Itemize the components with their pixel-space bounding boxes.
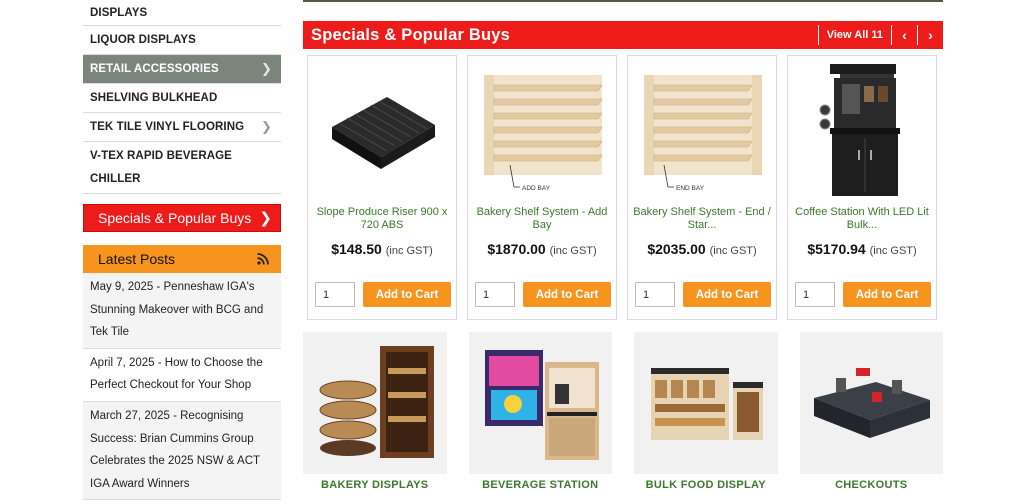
category-tile-bakery-displays[interactable]: BAKERY DISPLAYS xyxy=(303,332,447,491)
top-divider xyxy=(303,0,943,2)
category-tile-beverage-station[interactable]: BEVERAGE STATION xyxy=(468,332,612,491)
next-button[interactable]: › xyxy=(917,25,943,45)
product-price: $148.50 (inc GST) xyxy=(308,241,456,257)
chevron-right-icon: ❯ xyxy=(261,119,272,134)
product-image-caption: ADD BAY xyxy=(522,185,551,192)
product-image-caption: END BAY xyxy=(676,185,705,192)
category-image xyxy=(799,332,943,474)
chevron-left-icon: ‹ xyxy=(902,27,907,43)
product-card: ADD BAY Bakery Shelf System - Add Bay $1… xyxy=(467,55,617,320)
specials-banner: Specials & Popular Buys View All 11 ‹ › xyxy=(303,21,943,49)
quantity-input[interactable] xyxy=(635,282,675,307)
category-label: SHELVING BULKHEAD xyxy=(90,92,218,104)
category-tile-label: BEVERAGE STATION xyxy=(482,479,599,491)
product-card: Slope Produce Riser 900 x 720 ABS $148.5… xyxy=(307,55,457,320)
cart-row: Add to Cart xyxy=(635,282,771,307)
category-shelving-bulkhead[interactable]: SHELVING BULKHEAD xyxy=(83,84,281,113)
gst-note: (inc GST) xyxy=(549,245,597,257)
category-tile-label: CHECKOUTS xyxy=(835,479,908,491)
quantity-input[interactable] xyxy=(795,282,835,307)
category-retail-accessories[interactable]: RETAIL ACCESSORIES ❯ xyxy=(83,55,281,84)
view-all-link[interactable]: View All 11 xyxy=(817,25,891,45)
product-price: $5170.94 (inc GST) xyxy=(788,241,936,257)
product-card: Coffee Station With LED Lit Bulk... $517… xyxy=(787,55,937,320)
product-carousel: Slope Produce Riser 900 x 720 ABS $148.5… xyxy=(303,55,943,320)
product-name[interactable]: Slope Produce Riser 900 x 720 ABS xyxy=(308,206,456,233)
price-value: $2035.00 xyxy=(647,241,706,257)
latest-posts-title: Latest Posts xyxy=(98,251,176,267)
specials-title: Specials & Popular Buys xyxy=(311,25,510,44)
category-displays[interactable]: DISPLAYS xyxy=(83,0,281,26)
product-price: $1870.00 (inc GST) xyxy=(468,241,616,257)
product-image[interactable]: ADD BAY xyxy=(468,56,616,204)
latest-posts-header: Latest Posts xyxy=(83,245,281,273)
category-tek-tile-vinyl-flooring[interactable]: TEK TILE VINYL FLOORING ❯ xyxy=(83,113,281,142)
category-label: LIQUOR DISPLAYS xyxy=(90,34,196,46)
category-tile-label: BULK FOOD DISPLAY xyxy=(645,479,766,491)
category-image xyxy=(303,332,447,474)
product-image[interactable] xyxy=(788,56,936,204)
category-image xyxy=(634,332,778,474)
post-title: April 7, 2025 - How to Choose the Perfec… xyxy=(90,356,263,392)
category-tile-label: BAKERY DISPLAYS xyxy=(321,479,429,491)
specials-sidebar-label: Specials & Popular Buys xyxy=(98,210,252,226)
chevron-right-icon: › xyxy=(928,27,933,43)
sidebar: DISPLAYS LIQUOR DISPLAYS RETAIL ACCESSOR… xyxy=(83,0,281,501)
category-label: RETAIL ACCESSORIES xyxy=(90,63,219,75)
specials-sidebar-button[interactable]: Specials & Popular Buys ❯ xyxy=(83,204,281,232)
chevron-right-icon: ❯ xyxy=(259,210,272,227)
add-to-cart-button[interactable]: Add to Cart xyxy=(363,282,451,307)
add-to-cart-button[interactable]: Add to Cart xyxy=(843,282,931,307)
category-tile-checkouts[interactable]: CHECKOUTS xyxy=(799,332,943,491)
cart-row: Add to Cart xyxy=(795,282,931,307)
category-list: DISPLAYS LIQUOR DISPLAYS RETAIL ACCESSOR… xyxy=(83,0,281,194)
product-image[interactable]: END BAY xyxy=(628,56,776,204)
rss-icon[interactable] xyxy=(257,253,269,265)
category-tiles: BAKERY DISPLAYS BEVERAGE STATION BULK FO… xyxy=(303,332,943,491)
post-link[interactable]: April 7, 2025 - How to Choose the Perfec… xyxy=(83,349,281,402)
category-label: V-TEX RAPID BEVERAGE CHILLER xyxy=(90,149,232,185)
cart-row: Add to Cart xyxy=(315,282,451,307)
product-name[interactable]: Bakery Shelf System - End / Star... xyxy=(628,206,776,233)
category-label: DISPLAYS xyxy=(90,6,148,19)
cart-row: Add to Cart xyxy=(475,282,611,307)
quantity-input[interactable] xyxy=(315,282,355,307)
gst-note: (inc GST) xyxy=(869,245,917,257)
add-to-cart-button[interactable]: Add to Cart xyxy=(523,282,611,307)
gst-note: (inc GST) xyxy=(385,245,433,257)
category-label: TEK TILE VINYL FLOORING xyxy=(90,121,245,133)
product-name[interactable]: Bakery Shelf System - Add Bay xyxy=(468,206,616,233)
product-name[interactable]: Coffee Station With LED Lit Bulk... xyxy=(788,206,936,233)
chevron-right-icon: ❯ xyxy=(261,61,272,76)
category-image xyxy=(468,332,612,474)
add-to-cart-button[interactable]: Add to Cart xyxy=(683,282,771,307)
price-value: $5170.94 xyxy=(807,241,866,257)
category-tile-bulk-food-display[interactable]: BULK FOOD DISPLAY xyxy=(634,332,778,491)
post-link[interactable]: March 27, 2025 - Recognising Success: Br… xyxy=(83,401,281,501)
quantity-input[interactable] xyxy=(475,282,515,307)
post-title: May 9, 2025 - Penneshaw IGA's Stunning M… xyxy=(90,281,264,339)
product-card: END BAY Bakery Shelf System - End / Star… xyxy=(627,55,777,320)
category-liquor-displays[interactable]: LIQUOR DISPLAYS xyxy=(83,26,281,55)
category-v-tex-rapid-beverage-chiller[interactable]: V-TEX RAPID BEVERAGE CHILLER xyxy=(83,142,281,194)
price-value: $1870.00 xyxy=(487,241,546,257)
gst-note: (inc GST) xyxy=(709,245,757,257)
main-content: Specials & Popular Buys View All 11 ‹ › xyxy=(303,0,943,491)
price-value: $148.50 xyxy=(331,241,382,257)
product-image[interactable] xyxy=(308,56,456,204)
prev-button[interactable]: ‹ xyxy=(891,25,917,45)
post-title: March 27, 2025 - Recognising Success: Br… xyxy=(90,409,260,490)
product-price: $2035.00 (inc GST) xyxy=(628,241,776,257)
post-link[interactable]: May 9, 2025 - Penneshaw IGA's Stunning M… xyxy=(83,273,281,349)
